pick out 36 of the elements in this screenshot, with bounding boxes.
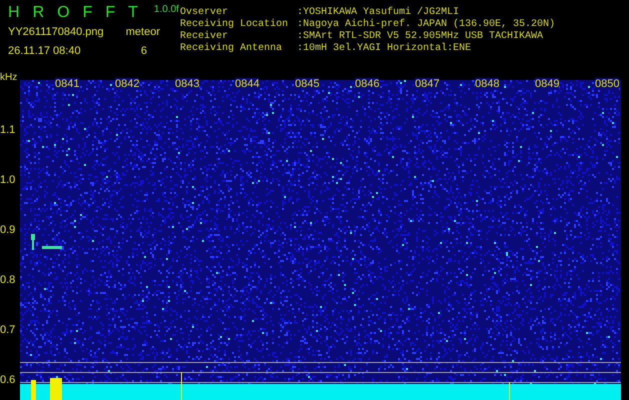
frequency-label: 0.7 (0, 324, 16, 336)
info-value: :10mH 3el.YAGI Horizontal:ENE (297, 43, 472, 55)
frequency-label: 1.1 (0, 124, 16, 136)
time-label: 0846 (355, 78, 380, 90)
info-label: Receiving Location (180, 19, 290, 30)
axis-unit: kHz (0, 72, 18, 84)
frequency-label: 0.6 (0, 374, 16, 386)
version-label: 1.0.0f (154, 4, 179, 16)
title-letter: F (82, 4, 92, 22)
title-letter: O (57, 4, 70, 22)
info-label: Receiver (180, 31, 230, 42)
title-letter: T (128, 4, 138, 22)
meteor-count: 6 (140, 44, 147, 58)
info-label: Ovserver (180, 7, 230, 18)
title-letter: R (32, 4, 44, 22)
meteor-label: meteor (126, 25, 160, 40)
title-letter: F (105, 4, 116, 22)
time-label: 0848 (475, 78, 500, 90)
time-label: 0847 (415, 78, 440, 90)
frequency-label: 0.9 (0, 224, 16, 236)
file-name: YY2611170840.png (8, 25, 104, 40)
time-label: 0850 (595, 78, 620, 90)
info-value: :Nagoya Aichi-pref. JAPAN (136.90E, 35.20N) (297, 19, 556, 31)
time-label: 0844 (235, 78, 260, 90)
time-label: 0841 (55, 78, 80, 90)
info-value: :YOSHIKAWA Yasufumi /JG2MLI (297, 7, 460, 18)
date-time: 26.11.17 08:40 (8, 44, 81, 58)
info-value: :SMArt RTL-SDR V5 52.905MHz USB TACHIKAWA (297, 31, 544, 42)
frequency-label: 0.8 (0, 274, 16, 286)
title-letter: H (8, 4, 20, 22)
time-label: 0842 (115, 78, 140, 90)
info-label: Receiving Antenna (180, 43, 284, 55)
time-label: 0843 (175, 78, 200, 90)
frequency-label: 1.0 (0, 174, 16, 186)
time-label: 0845 (295, 78, 320, 90)
time-label: 0849 (535, 78, 560, 90)
